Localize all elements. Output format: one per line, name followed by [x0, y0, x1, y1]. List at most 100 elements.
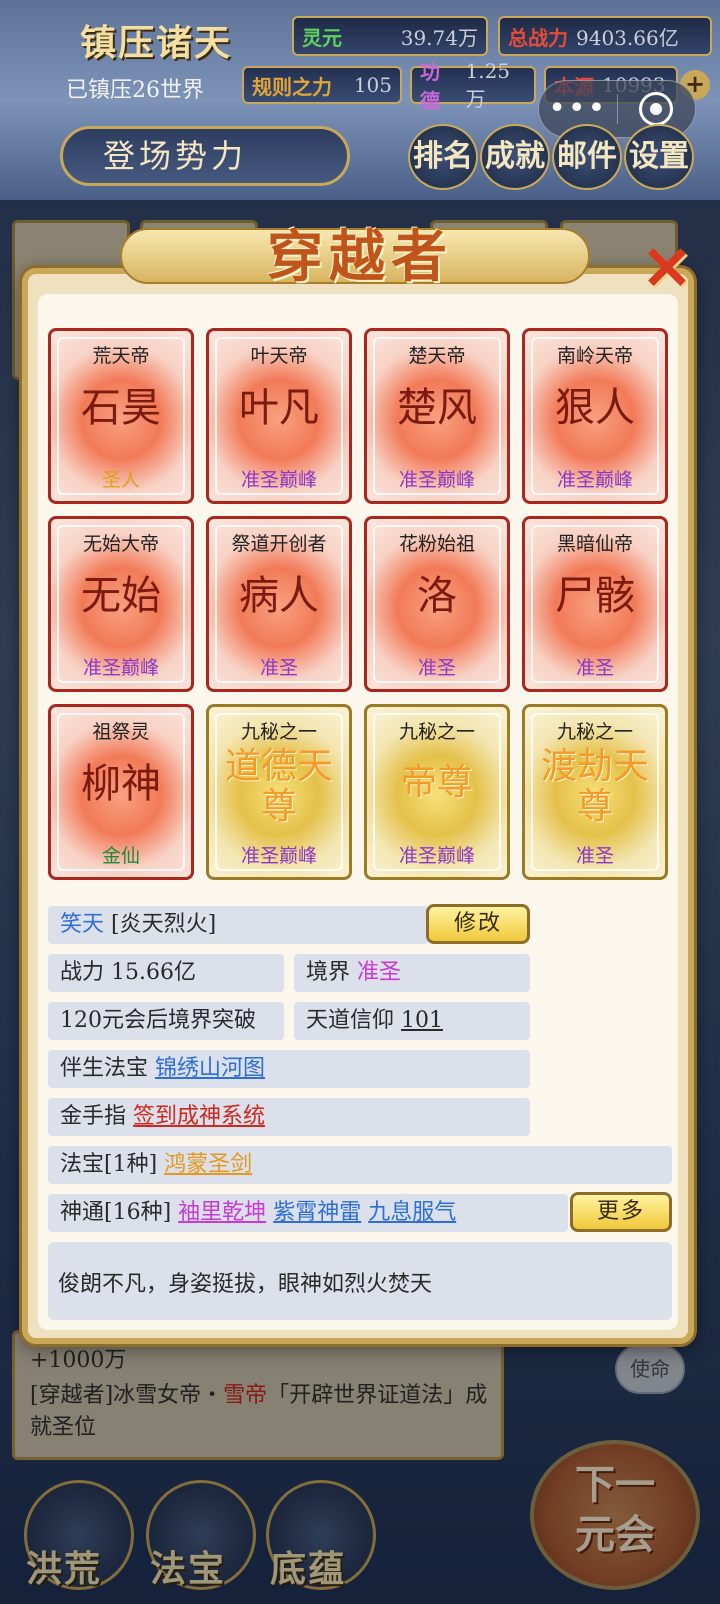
- card-name: 无始: [81, 573, 161, 619]
- lingyuan-label: 灵元: [302, 25, 342, 50]
- card-title: 无始大帝: [82, 533, 159, 555]
- golden-finger-link[interactable]: 签到成神系统: [133, 1104, 265, 1129]
- card-name: 病人: [239, 573, 319, 619]
- rule-power-resource: 规则之力 105: [242, 66, 402, 104]
- card-rank: 准圣巅峰: [556, 469, 633, 491]
- card-rank: 准圣巅峰: [398, 845, 475, 867]
- skills-row: 神通[16种] 袖里乾坤 紫霄神雷 九息服气: [48, 1194, 568, 1232]
- nav-achievements[interactable]: 成就: [480, 124, 550, 190]
- lingyuan-value: 39.74万: [400, 25, 478, 50]
- traveler-card[interactable]: 九秘之一 渡劫天尊 准圣: [522, 704, 668, 880]
- card-name: 楚风: [397, 385, 477, 431]
- power-value: 15.66亿: [111, 960, 196, 985]
- nav-settings[interactable]: 设置: [624, 124, 694, 190]
- card-rank: 准圣: [259, 657, 298, 679]
- traveler-epithet: [炎天烈火]: [111, 912, 217, 937]
- card-rank: 准圣巅峰: [82, 657, 159, 679]
- card-rank: 圣人: [101, 469, 140, 491]
- golden-finger-label: 金手指: [60, 1104, 127, 1129]
- card-rank: 准圣巅峰: [398, 469, 475, 491]
- card-name: 帝尊: [400, 762, 473, 803]
- realm-value: 准圣: [357, 960, 402, 985]
- skills-label: 神通[16种]: [60, 1200, 172, 1225]
- skill-link[interactable]: 袖里乾坤: [178, 1200, 266, 1225]
- power-row: 战力 15.66亿: [48, 954, 284, 992]
- card-title: 黑暗仙帝: [556, 533, 633, 555]
- card-rank: 金仙: [101, 845, 140, 867]
- card-rank: 准圣: [575, 845, 614, 867]
- faith-label: 天道信仰: [306, 1008, 395, 1033]
- traveler-card[interactable]: 楚天帝 楚风 准圣巅峰: [364, 328, 510, 504]
- top-hud: 镇压诸天 灵元 39.74万 总战力 9403.66亿 已镇压26世界 规则之力…: [0, 0, 720, 200]
- traveler-card[interactable]: 祖祭灵 柳神 金仙: [48, 704, 194, 880]
- golden-finger-row: 金手指 签到成神系统: [48, 1098, 530, 1136]
- companion-treasure-link[interactable]: 锦绣山河图: [155, 1056, 265, 1081]
- realm-label: 境界: [306, 960, 351, 985]
- card-title: 花粉始祖: [398, 533, 475, 555]
- card-title: 九秘之一: [556, 721, 633, 743]
- merit-label: 功德: [420, 60, 440, 113]
- total-power-resource: 总战力 9403.66亿: [498, 16, 712, 56]
- traveler-card[interactable]: 无始大帝 无始 准圣巅峰: [48, 516, 194, 692]
- artifacts-label: 法宝[1种]: [60, 1152, 158, 1177]
- suppressed-worlds: 已镇压26世界: [66, 78, 204, 103]
- faith-row: 天道信仰 101: [294, 1002, 530, 1040]
- traveler-card[interactable]: 祭道开创者 病人 准圣: [206, 516, 352, 692]
- card-name: 渡劫天尊: [540, 746, 649, 827]
- card-title: 叶天帝: [250, 345, 308, 367]
- card-title: 九秘之一: [398, 721, 475, 743]
- more-menu-icon[interactable]: •••: [539, 94, 617, 124]
- traveler-card[interactable]: 九秘之一 帝尊 准圣巅峰: [364, 704, 510, 880]
- card-title: 楚天帝: [408, 345, 466, 367]
- card-title: 祭道开创者: [231, 533, 327, 555]
- nav-mail[interactable]: 邮件: [552, 124, 622, 190]
- game-title: 镇压诸天: [80, 22, 233, 64]
- card-name: 叶凡: [239, 385, 319, 431]
- companion-treasure-row: 伴生法宝 锦绣山河图: [48, 1050, 530, 1088]
- card-name: 洛: [417, 573, 457, 619]
- traveler-card[interactable]: 叶天帝 叶凡 准圣巅峰: [206, 328, 352, 504]
- lingyuan-resource: 灵元 39.74万: [292, 16, 488, 56]
- card-title: 南岭天帝: [556, 345, 633, 367]
- card-name: 道德天尊: [224, 746, 333, 827]
- power-label: 战力: [60, 960, 105, 985]
- close-miniprogram-button[interactable]: [618, 92, 696, 126]
- companion-treasure-label: 伴生法宝: [60, 1056, 149, 1081]
- traveler-description: 俊朗不凡，身姿挺拔，眼神如烈火焚天: [48, 1242, 672, 1320]
- traveler-card[interactable]: 黑暗仙帝 尸骸 准圣: [522, 516, 668, 692]
- card-name: 柳神: [81, 761, 161, 807]
- traveler-name-row: 笑天 [炎天烈火]: [48, 906, 428, 944]
- card-title: 荒天帝: [92, 345, 150, 367]
- faith-value[interactable]: 101: [401, 1008, 443, 1033]
- active-forces-button[interactable]: 登场势力: [60, 126, 350, 186]
- more-skills-button[interactable]: 更多: [570, 1192, 672, 1232]
- traveler-card[interactable]: 南岭天帝 狠人 准圣巅峰: [522, 328, 668, 504]
- card-name: 狠人: [555, 385, 635, 431]
- skill-link[interactable]: 九息服气: [368, 1200, 456, 1225]
- edit-button[interactable]: 修改: [426, 904, 530, 944]
- nav-ranking[interactable]: 排名: [408, 124, 478, 190]
- traveler-card[interactable]: 花粉始祖 洛 准圣: [364, 516, 510, 692]
- total-power-value: 9403.66亿: [576, 25, 679, 50]
- rule-power-label: 规则之力: [252, 74, 332, 99]
- card-title: 九秘之一: [240, 721, 317, 743]
- artifact-link[interactable]: 鸿蒙圣剑: [164, 1152, 252, 1177]
- skill-link[interactable]: 紫霄神雷: [273, 1200, 361, 1225]
- traveler-card[interactable]: 九秘之一 道德天尊 准圣巅峰: [206, 704, 352, 880]
- realm-row: 境界 准圣: [294, 954, 530, 992]
- card-rank: 准圣巅峰: [240, 469, 317, 491]
- breakthrough-row: 120元会后境界突破: [48, 1002, 284, 1040]
- card-rank: 准圣: [417, 657, 456, 679]
- card-name: 尸骸: [555, 573, 635, 619]
- merit-value: 1.25万: [465, 58, 511, 111]
- close-icon[interactable]: ✕: [640, 239, 694, 299]
- card-rank: 准圣巅峰: [240, 845, 317, 867]
- card-rank: 准圣: [575, 657, 614, 679]
- card-title: 祖祭灵: [92, 721, 150, 743]
- modal-title: 穿越者: [267, 224, 453, 290]
- artifacts-row: 法宝[1种] 鸿蒙圣剑: [48, 1146, 672, 1184]
- merit-resource: 功德 1.25万: [410, 59, 536, 113]
- traveler-card[interactable]: 荒天帝 石昊 圣人: [48, 328, 194, 504]
- card-name: 石昊: [81, 385, 161, 431]
- total-power-label: 总战力: [508, 25, 568, 50]
